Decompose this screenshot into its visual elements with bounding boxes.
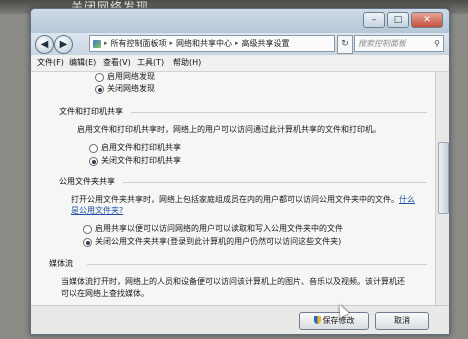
control-panel-window: – □ ✕ ◀ ▶ ▸ 所有控制面板项 ▸ 网络和共享中心 ▸ 高级共享设置 ↻… (30, 8, 450, 335)
save-button-label: 保存修改 (322, 316, 355, 325)
disable-file-printer-label: 关闭文件和打印机共享 (101, 156, 181, 165)
breadcrumb-advanced-sharing[interactable]: 高级共享设置 (242, 36, 290, 51)
maximize-button[interactable]: □ (387, 12, 409, 28)
address-row: ◀ ▶ ▸ 所有控制面板项 ▸ 网络和共享中心 ▸ 高级共享设置 ↻ 搜索控制面… (31, 33, 449, 55)
radio-enable-discovery[interactable] (95, 73, 104, 82)
enable-discovery-label: 启用网络发现 (107, 72, 155, 81)
file-printer-description: 启用文件和打印机共享时，网络上的用户可以访问通过此计算机共享的文件和打印机。 (77, 125, 381, 134)
minimize-button[interactable]: – (363, 12, 385, 28)
save-button[interactable]: 保存修改 (299, 312, 369, 330)
public-folder-description: 打开公用文件夹共享时，网络上包括家庭组成员在内的用户都可以访问公用文件夹中的文件… (71, 194, 415, 205)
search-placeholder: 搜索控制面板 (358, 39, 406, 48)
breadcrumb-separator: ▸ (169, 39, 174, 47)
breadcrumb-all-control-panel[interactable]: 所有控制面板项 (111, 36, 167, 51)
media-description-line1: 当媒体流打开时，网络上的人员和设备便可以访问该计算机上的图片、音乐以及视频。该计… (61, 277, 405, 286)
breadcrumb-separator: ▸ (104, 39, 108, 47)
enable-public-sharing-label: 启用共享以便可以访问网络的用户可以读取和写入公用文件夹中的文件 (95, 224, 343, 233)
breadcrumb-separator: ▸ (235, 39, 239, 47)
radio-enable-public-sharing[interactable] (83, 225, 92, 234)
radio-disable-discovery[interactable] (95, 85, 104, 94)
radio-disable-file-printer[interactable] (89, 157, 98, 166)
disable-public-sharing-label: 关闭公用文件夹共享(登录到此计算机的用户仍然可以访问这些文件夹) (95, 237, 342, 246)
media-heading: 媒体流 (49, 259, 73, 268)
caption-buttons: – □ ✕ (363, 12, 443, 28)
disable-discovery-label: 关闭网络发现 (107, 84, 155, 93)
title-bar: – □ ✕ (31, 9, 449, 33)
enable-file-printer-label: 启用文件和打印机共享 (101, 143, 181, 152)
forward-button[interactable]: ▶ (54, 35, 73, 54)
section-divider (87, 264, 427, 265)
public-folder-help-link[interactable]: 什么 (399, 195, 415, 204)
menu-view[interactable]: 查看(V) (103, 55, 131, 71)
search-input[interactable]: 搜索控制面板 ⚲ (354, 35, 444, 52)
public-folder-help-link-continued[interactable]: 是公用文件夹? (71, 205, 123, 216)
media-description-line2: 可以在网络上查找媒体。 (61, 289, 149, 298)
dialog-footer: 保存修改 取消 (31, 305, 449, 334)
uac-shield-icon (313, 316, 321, 324)
section-divider (123, 182, 427, 183)
control-panel-icon (93, 39, 101, 48)
settings-content: 启用网络发现 关闭网络发现 文件和打印机共享 启用文件和打印机共享时，网络上的用… (31, 72, 435, 305)
radio-disable-public-sharing[interactable] (83, 238, 92, 247)
menu-file[interactable]: 文件(F) (37, 55, 64, 71)
search-icon[interactable]: ⚲ (434, 36, 440, 51)
scrollbar-thumb[interactable] (438, 142, 449, 214)
menu-edit[interactable]: 编辑(E) (69, 55, 96, 71)
vertical-scrollbar[interactable] (435, 72, 449, 305)
back-button[interactable]: ◀ (35, 35, 54, 54)
public-folder-description-text: 打开公用文件夹共享时，网络上包括家庭组成员在内的用户都可以访问公用文件夹中的文件… (71, 195, 399, 204)
breadcrumb-network-center[interactable]: 网络和共享中心 (176, 36, 232, 51)
refresh-button[interactable]: ↻ (337, 35, 353, 54)
menu-help[interactable]: 帮助(H) (173, 55, 201, 71)
address-bar[interactable]: ▸ 所有控制面板项 ▸ 网络和共享中心 ▸ 高级共享设置 (89, 35, 335, 52)
radio-enable-file-printer[interactable] (89, 144, 98, 153)
cancel-button[interactable]: 取消 (375, 312, 429, 330)
file-printer-heading: 文件和打印机共享 (59, 107, 123, 116)
section-divider (131, 112, 427, 113)
menu-tools[interactable]: 工具(T) (137, 55, 164, 71)
public-folder-heading: 公用文件夹共享 (59, 177, 115, 186)
menu-bar: 文件(F) 编辑(E) 查看(V) 工具(T) 帮助(H) (31, 55, 449, 72)
close-button[interactable]: ✕ (411, 12, 443, 28)
